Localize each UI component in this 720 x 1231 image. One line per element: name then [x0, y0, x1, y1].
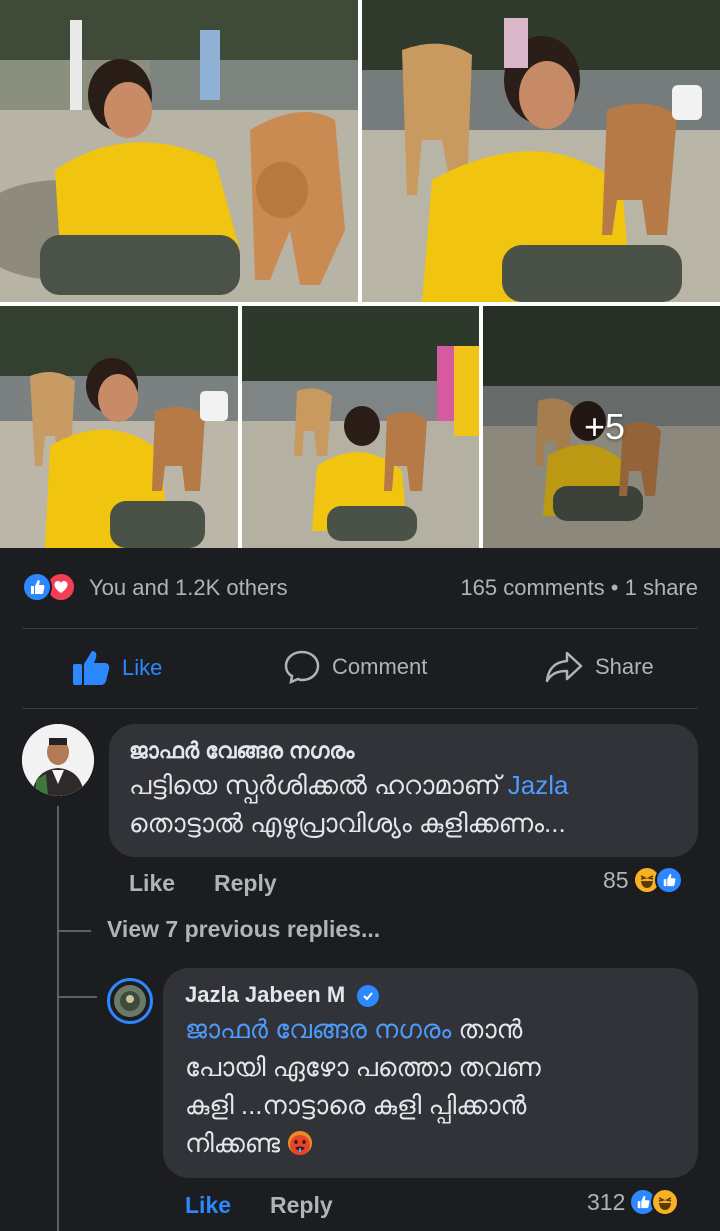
comments-shares-count[interactable]: 165 comments • 1 share	[460, 575, 698, 601]
reply-author-avatar[interactable]	[107, 978, 153, 1024]
photo-3[interactable]	[0, 306, 238, 548]
like-button-label: Like	[122, 655, 163, 680]
photo-woman-smiling-with-dogs	[362, 0, 720, 302]
verified-badge-icon	[357, 985, 380, 1008]
reply-mention[interactable]: ജാഫർ വേങ്ങര നഗരം	[185, 1014, 451, 1044]
comment-button-label: Comment	[332, 654, 428, 679]
photo-2[interactable]	[362, 0, 720, 302]
hot-face-emoji-icon	[288, 1131, 313, 1155]
like-icon	[22, 572, 52, 602]
reply-text: നിക്കണ്ട	[185, 1128, 280, 1158]
reply-author-name[interactable]: Jazla Jabeen M	[185, 982, 345, 1007]
comment-text: പട്ടിയെ സ്പർശിക്കൽ ഹറാമാണ്	[129, 770, 501, 800]
reply-text-line-1: ജാഫർ വേങ്ങര നഗരം താൻ	[185, 1010, 676, 1048]
divider	[22, 628, 698, 629]
comment-author-name[interactable]: ജാഫർ വേങ്ങര നഗരം	[129, 736, 678, 766]
avatar-photo	[22, 724, 94, 796]
photo-woman-petting-dog	[0, 0, 358, 302]
more-photos-overlay[interactable]: +5	[483, 306, 720, 548]
thumbs-up-icon	[73, 651, 110, 685]
reply-bubble: Jazla Jabeen M ജാഫർ വേങ്ങര നഗരം താൻ പോയി…	[163, 968, 698, 1178]
share-button[interactable]: Share	[545, 650, 654, 684]
photo-woman-sitting-with-dogs	[0, 306, 238, 548]
comment-icon	[284, 650, 320, 684]
comment-reply-link[interactable]: Reply	[214, 870, 277, 897]
reply-author-row: Jazla Jabeen M	[185, 980, 676, 1010]
divider	[22, 708, 698, 709]
like-icon	[654, 866, 683, 894]
reply-text: താൻ	[458, 1014, 523, 1044]
comment-text-line-2: തൊട്ടാൽ എഴുപ്രാവിശ്യം കുളിക്കണം...	[129, 808, 566, 838]
reply-text-line-3: കുളി ...നാട്ടാരെ കുളി പ്പിക്കാൻ	[185, 1090, 527, 1120]
reply-thread-line	[57, 806, 59, 1231]
reply-reaction-count: 312	[587, 1188, 626, 1215]
photo-4[interactable]	[242, 306, 479, 548]
photo-grid: +5	[0, 0, 720, 548]
comment-reaction-count: 85	[603, 866, 629, 893]
comment-reactions[interactable]: 85	[603, 866, 683, 894]
reaction-people-text[interactable]: You and 1.2K others	[89, 575, 288, 601]
like-button[interactable]: Like	[72, 650, 162, 686]
avatar-photo	[114, 985, 146, 1017]
photo-5[interactable]: +5	[483, 306, 720, 548]
reply-text-line-4: നിക്കണ്ട	[185, 1124, 676, 1162]
reply-thread-branch	[57, 996, 97, 998]
view-previous-replies-link[interactable]: View 7 previous replies...	[107, 916, 380, 943]
haha-icon	[651, 1188, 680, 1216]
reply-reactions[interactable]: 312	[587, 1188, 680, 1216]
comment-mention[interactable]: Jazla	[508, 770, 569, 800]
photo-woman-with-three-dogs	[242, 306, 479, 548]
comment-button[interactable]: Comment	[284, 650, 427, 684]
more-photos-count: +5	[583, 406, 626, 447]
reply-reply-link[interactable]: Reply	[270, 1192, 333, 1219]
comment-like-link[interactable]: Like	[129, 870, 175, 897]
comment-bubble: ജാഫർ വേങ്ങര നഗരം പട്ടിയെ സ്പർശിക്കൽ ഹറാമ…	[109, 724, 698, 857]
photo-1[interactable]	[0, 0, 358, 302]
reaction-icons[interactable]	[22, 572, 82, 602]
post-action-bar: Like Comment Share	[0, 630, 720, 708]
reply-like-link[interactable]: Like	[185, 1192, 231, 1219]
share-icon	[545, 651, 583, 683]
reply-thread-branch	[57, 930, 91, 932]
share-button-label: Share	[595, 654, 654, 679]
reactions-summary: You and 1.2K others 165 comments • 1 sha…	[0, 548, 720, 628]
reply-text-line-2: പോയി ഏഴോ പത്തൊ തവണ	[185, 1052, 541, 1082]
comment-text-line-1: പട്ടിയെ സ്പർശിക്കൽ ഹറാമാണ് Jazla	[129, 766, 678, 804]
commenter-avatar[interactable]	[22, 724, 94, 796]
